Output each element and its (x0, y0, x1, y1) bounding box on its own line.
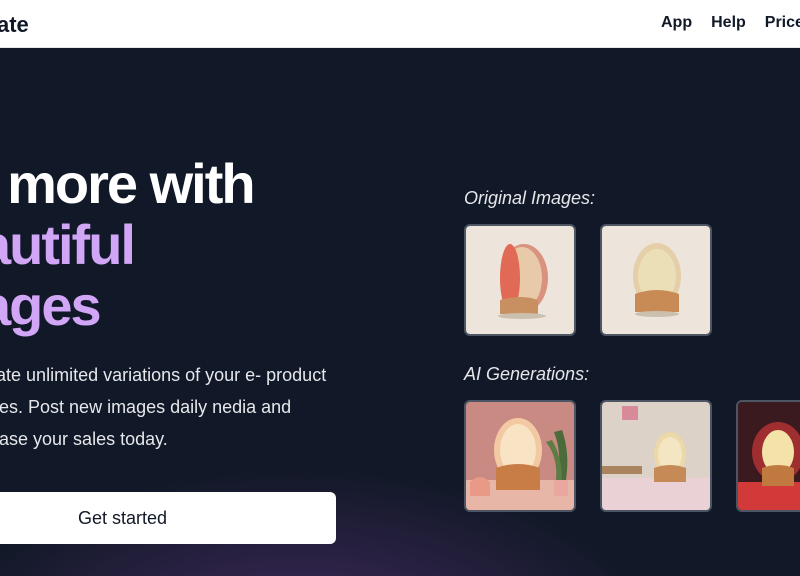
headline-line-3: ages (0, 274, 102, 337)
get-started-button[interactable]: Get started (0, 492, 336, 544)
original-image-2[interactable] (600, 224, 712, 336)
nav-link-help[interactable]: Help (711, 14, 746, 32)
ai-generations-label: AI Generations: (464, 364, 590, 384)
nav-links: App Help Price (661, 14, 800, 32)
lamp-image (602, 402, 710, 510)
hero-headline: l more with autiful ages (0, 153, 400, 336)
nav-link-app[interactable]: App (661, 14, 692, 32)
lamp-image (466, 402, 574, 510)
headline-line-1: l more with (0, 152, 256, 215)
nav-link-price[interactable]: Price (765, 14, 800, 32)
lamp-image (466, 226, 574, 334)
headline-line-2: autiful (0, 213, 136, 276)
hero-section: l more with autiful ages enerate unlimit… (0, 48, 800, 576)
hero-subtext: enerate unlimited variations of your e- … (0, 365, 327, 449)
ai-generation-2[interactable] (600, 400, 712, 512)
lamp-image (738, 402, 800, 510)
top-nav: ate App Help Price (0, 0, 800, 48)
brand-logo[interactable]: ate (0, 12, 29, 38)
ai-generation-1[interactable] (464, 400, 576, 512)
original-image-1[interactable] (464, 224, 576, 336)
ai-generation-3[interactable] (736, 400, 800, 512)
lamp-image (602, 226, 710, 334)
original-images-label: Original Images: (464, 188, 596, 208)
